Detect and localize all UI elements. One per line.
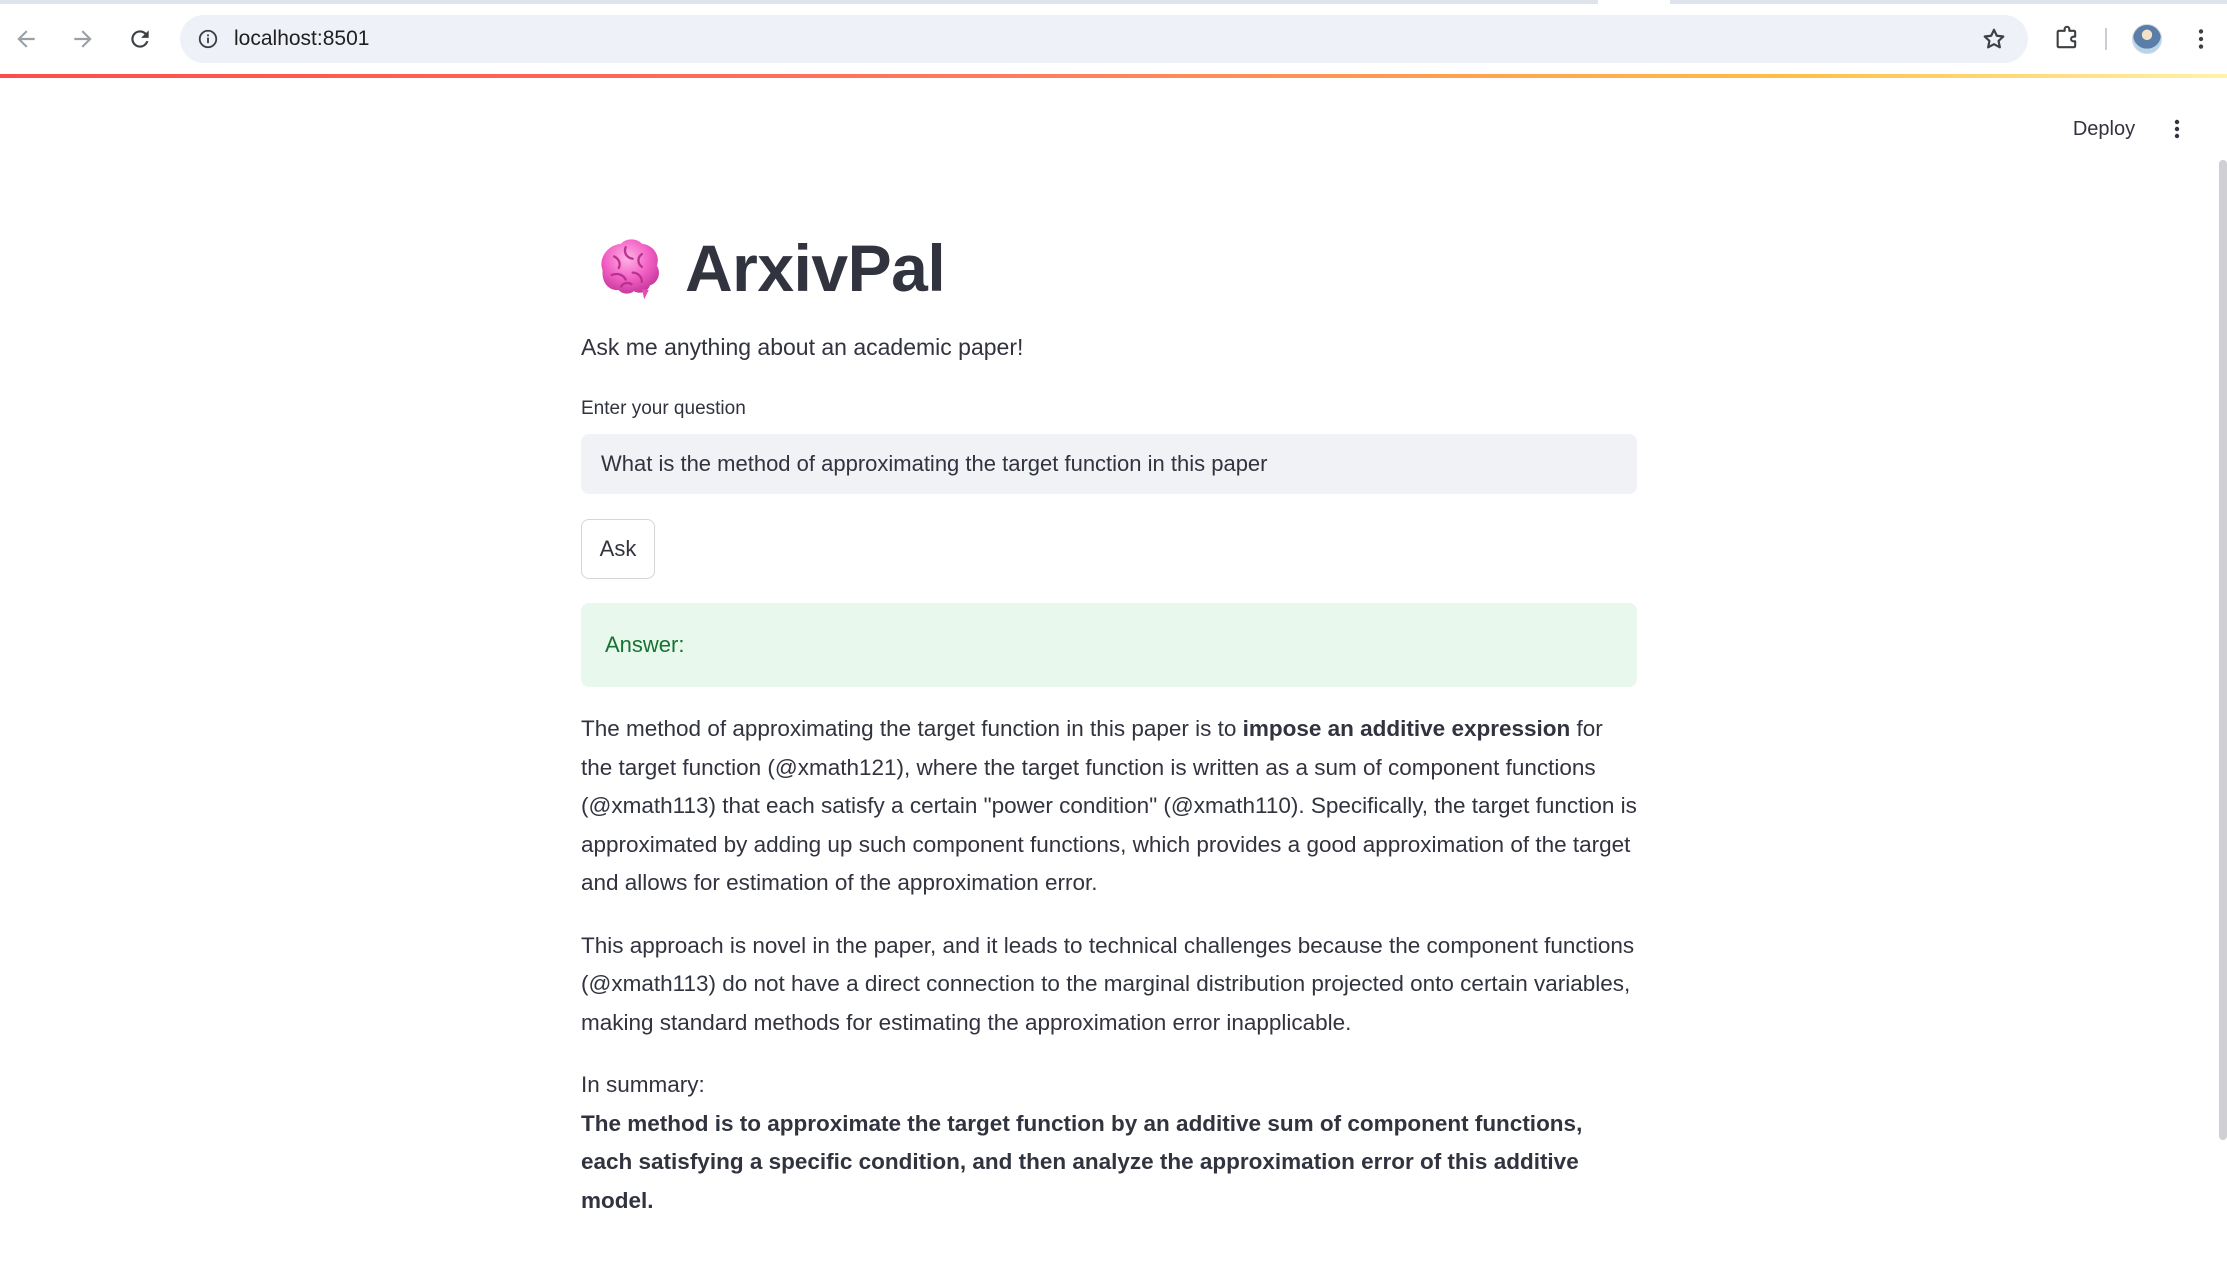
ask-button[interactable]: Ask [581, 519, 655, 579]
answer-success-alert: Answer: [581, 603, 1637, 687]
answer-p1-bold: impose an additive expression [1242, 716, 1571, 741]
summary-text: The method is to approximate the target … [581, 1110, 1583, 1213]
extensions-icon[interactable] [2046, 18, 2088, 60]
profile-avatar[interactable] [2132, 24, 2162, 54]
title-row: ArxivPal [581, 224, 946, 312]
address-bar[interactable]: localhost:8501 [180, 15, 2028, 63]
summary-label: In summary: [581, 1072, 705, 1097]
bookmark-star-icon[interactable] [1980, 25, 2008, 53]
answer-p1-text-a: The method of approximating the target f… [581, 716, 1243, 741]
page-scrollbar[interactable] [2219, 160, 2227, 1140]
question-input[interactable] [581, 434, 1637, 494]
url-text: localhost:8501 [234, 27, 370, 50]
page-title: ArxivPal [685, 231, 946, 305]
app-decoration-bar [0, 74, 2227, 78]
back-arrow-icon[interactable] [5, 18, 47, 60]
tab-strip [0, 0, 2227, 4]
browser-toolbar: localhost:8501 [0, 0, 2227, 74]
forward-arrow-icon[interactable] [62, 18, 104, 60]
brain-icon [601, 239, 659, 300]
answer-label: Answer: [605, 632, 685, 657]
answer-paragraph-1: The method of approximating the target f… [581, 710, 1637, 903]
app-menu-icon[interactable] [2160, 108, 2194, 150]
answer-p1-text-b: for the target function (@xmath121), whe… [581, 716, 1637, 895]
toolbar-divider [2105, 28, 2107, 50]
subtitle: Ask me anything about an academic paper! [581, 334, 1024, 360]
answer-paragraph-2: This approach is novel in the paper, and… [581, 932, 1635, 1035]
question-input-label: Enter your question [581, 398, 746, 419]
browser-menu-icon[interactable] [2180, 18, 2222, 60]
deploy-button[interactable]: Deploy [2056, 108, 2152, 150]
answer-body: The method of approximating the target f… [581, 710, 1637, 1220]
site-info-icon[interactable] [194, 25, 222, 53]
reload-icon[interactable] [119, 18, 161, 60]
